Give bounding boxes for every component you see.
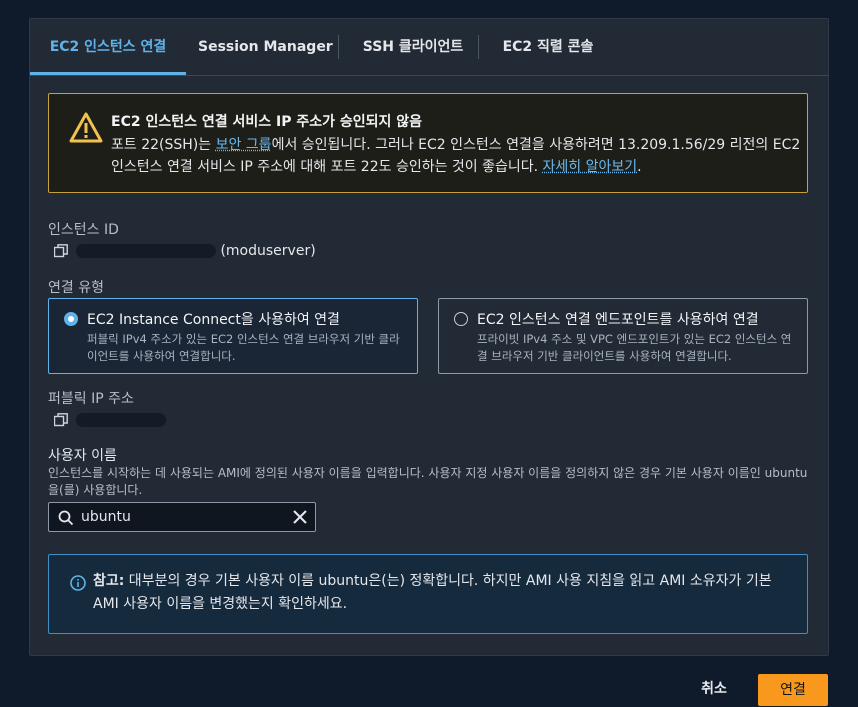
tab-ec2-serial-console[interactable]: EC2 직렬 콘솔 bbox=[488, 19, 608, 75]
radio-button[interactable] bbox=[454, 312, 468, 326]
radio-description: 퍼블릭 IPv4 주소가 있는 EC2 인스턴스 연결 브라우저 기반 클라이언… bbox=[87, 332, 400, 363]
instance-id-value: (moduserver) bbox=[54, 243, 316, 259]
connect-button[interactable]: 연결 bbox=[758, 674, 828, 706]
radio-ec2-instance-connect[interactable]: EC2 Instance Connect을 사용하여 연결 퍼블릭 IPv4 주… bbox=[48, 298, 418, 374]
connection-method-tabs: EC2 인스턴스 연결 Session Manager SSH 클라이언트 EC… bbox=[30, 19, 828, 76]
warning-icon bbox=[69, 112, 103, 143]
copy-icon[interactable] bbox=[54, 244, 68, 258]
username-input[interactable] bbox=[81, 503, 281, 531]
warning-alert: EC2 인스턴스 연결 서비스 IP 주소가 승인되지 않음 포트 22(SSH… bbox=[48, 93, 808, 193]
learn-more-link[interactable]: 자세히 알아보기 bbox=[543, 159, 638, 175]
connect-panel: EC2 인스턴스 연결 Session Manager SSH 클라이언트 EC… bbox=[29, 18, 829, 656]
username-help-text: 인스턴스를 시작하는 데 사용되는 AMI에 정의된 사용자 이름을 입력합니다… bbox=[48, 466, 808, 497]
tab-divider bbox=[478, 35, 479, 59]
radio-title: EC2 Instance Connect을 사용하여 연결 bbox=[87, 312, 340, 328]
warning-message: 포트 22(SSH)는 보안 그룹에서 승인됩니다. 그러나 EC2 인스턴스 … bbox=[111, 134, 801, 178]
copy-icon[interactable] bbox=[54, 413, 68, 427]
tab-ec2-instance-connect[interactable]: EC2 인스턴스 연결 bbox=[30, 19, 186, 75]
clear-icon[interactable] bbox=[292, 509, 308, 525]
security-group-link[interactable]: 보안 그룹 bbox=[216, 137, 272, 153]
public-ip-label: 퍼블릭 IP 주소 bbox=[48, 391, 134, 407]
warning-text: 포트 22(SSH)는 bbox=[111, 137, 216, 153]
username-field[interactable] bbox=[48, 502, 316, 532]
tab-session-manager[interactable]: Session Manager bbox=[198, 19, 333, 75]
instance-name: (moduserver) bbox=[220, 243, 316, 259]
username-label: 사용자 이름 bbox=[48, 448, 117, 464]
warning-text: . bbox=[637, 159, 642, 175]
radio-description: 프라이빗 IPv4 주소 및 VPC 엔드포인트가 있는 EC2 인스턴스 연결… bbox=[477, 332, 792, 363]
note-prefix: 참고: bbox=[93, 573, 125, 589]
tab-ssh-client[interactable]: SSH 클라이언트 bbox=[348, 19, 478, 75]
info-message: 참고: 대부분의 경우 기본 사용자 이름 ubuntu은(는) 정확합니다. … bbox=[93, 570, 793, 616]
search-icon bbox=[58, 510, 74, 526]
radio-ec2-instance-connect-endpoint[interactable]: EC2 인스턴스 연결 엔드포인트를 사용하여 연결 프라이빗 IPv4 주소 … bbox=[438, 298, 808, 374]
public-ip-value bbox=[54, 412, 166, 428]
redacted-ip-address bbox=[76, 413, 166, 427]
page: EC2 인스턴스 연결 Session Manager SSH 클라이언트 EC… bbox=[0, 0, 858, 707]
note-text: 대부분의 경우 기본 사용자 이름 ubuntu은(는) 정확합니다. 하지만 … bbox=[93, 573, 772, 612]
instance-id-label: 인스턴스 ID bbox=[48, 222, 119, 238]
radio-title: EC2 인스턴스 연결 엔드포인트를 사용하여 연결 bbox=[477, 312, 759, 328]
redacted-instance-id bbox=[76, 244, 216, 258]
cancel-button[interactable]: 취소 bbox=[690, 674, 738, 704]
info-icon bbox=[70, 575, 86, 591]
tab-divider bbox=[338, 35, 339, 59]
info-alert: 참고: 대부분의 경우 기본 사용자 이름 ubuntu은(는) 정확합니다. … bbox=[48, 554, 808, 634]
warning-title: EC2 인스턴스 연결 서비스 IP 주소가 승인되지 않음 bbox=[111, 114, 423, 130]
radio-button-selected[interactable] bbox=[64, 312, 78, 326]
connection-type-label: 연결 유형 bbox=[48, 280, 104, 296]
